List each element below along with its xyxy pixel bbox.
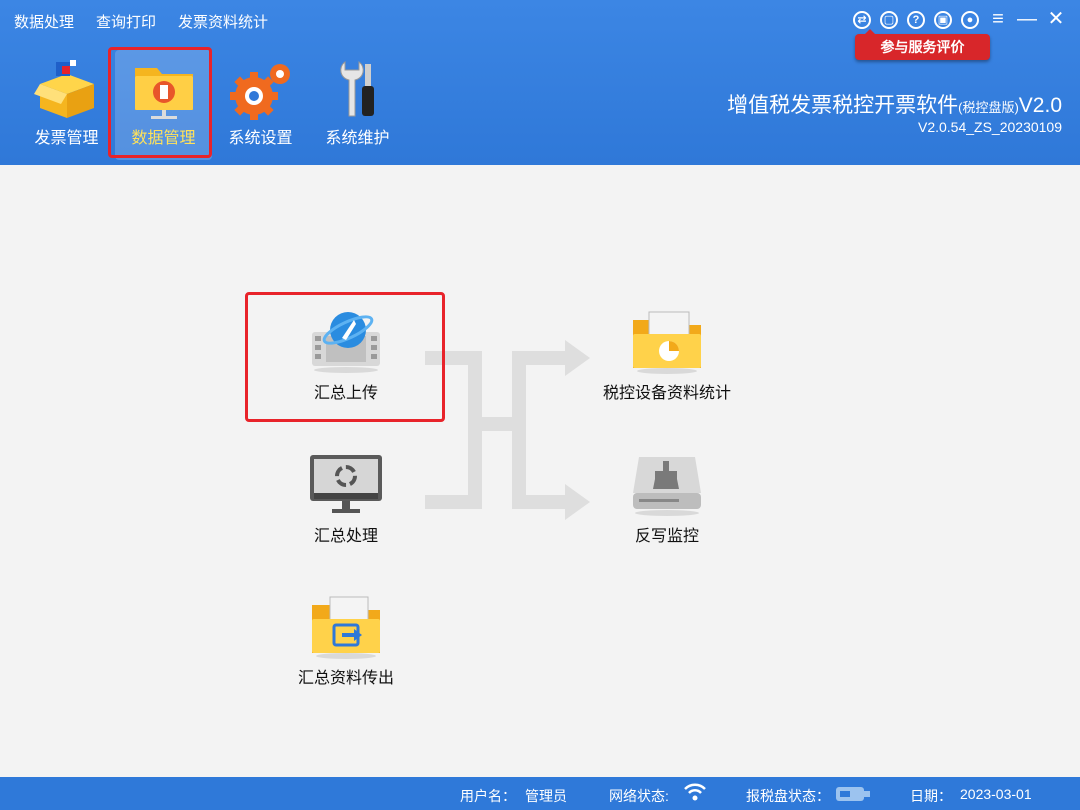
upload-highlight-box bbox=[245, 292, 445, 422]
help-icon[interactable]: ? bbox=[907, 11, 925, 29]
folder-chart-icon bbox=[633, 311, 701, 374]
toolbar-system-maintenance[interactable]: 系统维护 bbox=[309, 50, 406, 160]
app-title-edition: (税控盘版) bbox=[958, 100, 1019, 115]
flow-arrows bbox=[425, 340, 590, 520]
menu-query-print[interactable]: 查询打印 bbox=[96, 11, 156, 32]
wrench-icon bbox=[340, 61, 374, 117]
app-title-suffix: V2.0 bbox=[1018, 94, 1062, 117]
close-icon[interactable]: ✕ bbox=[1046, 9, 1066, 30]
user-icon[interactable]: ● bbox=[961, 11, 979, 29]
device-statistics-label: 税控设备资料统计 bbox=[602, 385, 731, 402]
header-bar: 数据处理 查询打印 发票资料统计 ⇄ ▢ ? ▣ ● ≡ — ✕ 参与服务评价 … bbox=[0, 0, 1080, 165]
writeback-monitor[interactable]: 反写监控 bbox=[597, 453, 737, 548]
disk-status-label: 报税盘状态： bbox=[746, 788, 830, 804]
feedback-icon[interactable]: ▢ bbox=[880, 11, 898, 29]
status-bar: 用户名： 管理员 网络状态: 报税盘状态： 日期： 2023-03-01 bbox=[0, 777, 1080, 810]
menu-invoice-statistics[interactable]: 发票资料统计 bbox=[178, 11, 268, 32]
toolbar-data-management[interactable]: 数据管理 bbox=[115, 50, 212, 160]
network-label: 网络状态: bbox=[609, 788, 669, 804]
menu-icon[interactable]: ≡ bbox=[988, 9, 1008, 30]
toolbar-label: 系统设置 bbox=[228, 130, 293, 147]
monitor-refresh-icon bbox=[310, 455, 382, 513]
tax-disk-icon bbox=[836, 785, 870, 806]
summary-export[interactable]: 汇总资料传出 bbox=[276, 595, 416, 690]
writeback-monitor-label: 反写监控 bbox=[634, 528, 699, 545]
menu-data-processing[interactable]: 数据处理 bbox=[14, 11, 74, 32]
summary-process[interactable]: 汇总处理 bbox=[276, 453, 416, 548]
lock-icon[interactable]: ▣ bbox=[934, 11, 952, 29]
toolbar-label: 发票管理 bbox=[34, 130, 99, 147]
service-evaluation-button[interactable]: 参与服务评价 bbox=[855, 29, 990, 60]
toolbar-label: 数据管理 bbox=[131, 130, 196, 147]
user-value: 管理员 bbox=[525, 788, 567, 804]
app-title-main: 增值税发票税控开票软件 bbox=[727, 94, 959, 117]
main-toolbar: 发票管理 数据管理 系统设置 系统维护 bbox=[18, 50, 406, 160]
toolbar-label: 系统维护 bbox=[325, 130, 390, 147]
top-menu: 数据处理 查询打印 发票资料统计 bbox=[14, 11, 268, 32]
drive-clean-icon bbox=[633, 457, 701, 516]
box-icon bbox=[34, 60, 94, 118]
gear-icon bbox=[230, 64, 290, 120]
app-title: 增值税发票税控开票软件(税控盘版)V2.0 bbox=[727, 89, 1062, 119]
summary-process-label: 汇总处理 bbox=[313, 528, 378, 545]
date-value: 2023-03-01 bbox=[960, 786, 1032, 802]
wifi-icon bbox=[684, 782, 706, 807]
switch-icon[interactable]: ⇄ bbox=[853, 11, 871, 29]
device-statistics[interactable]: 税控设备资料统计 bbox=[597, 310, 737, 405]
toolbar-invoice-management[interactable]: 发票管理 bbox=[18, 50, 115, 160]
summary-export-label: 汇总资料传出 bbox=[297, 670, 394, 687]
toolbar-system-settings[interactable]: 系统设置 bbox=[212, 50, 309, 160]
minimize-icon[interactable]: — bbox=[1017, 9, 1037, 30]
folder-data-icon bbox=[135, 68, 193, 119]
folder-export-icon bbox=[312, 596, 380, 659]
user-label: 用户名： bbox=[460, 788, 516, 804]
window-controls: ⇄ ▢ ? ▣ ● ≡ — ✕ bbox=[853, 9, 1066, 30]
app-version: V2.0.54_ZS_20230109 bbox=[917, 119, 1062, 135]
main-content: 汇总上传 汇总处理 汇总资料传出 税控设备资料统计 反写监控 bbox=[0, 165, 1080, 777]
date-label: 日期： bbox=[910, 788, 952, 804]
